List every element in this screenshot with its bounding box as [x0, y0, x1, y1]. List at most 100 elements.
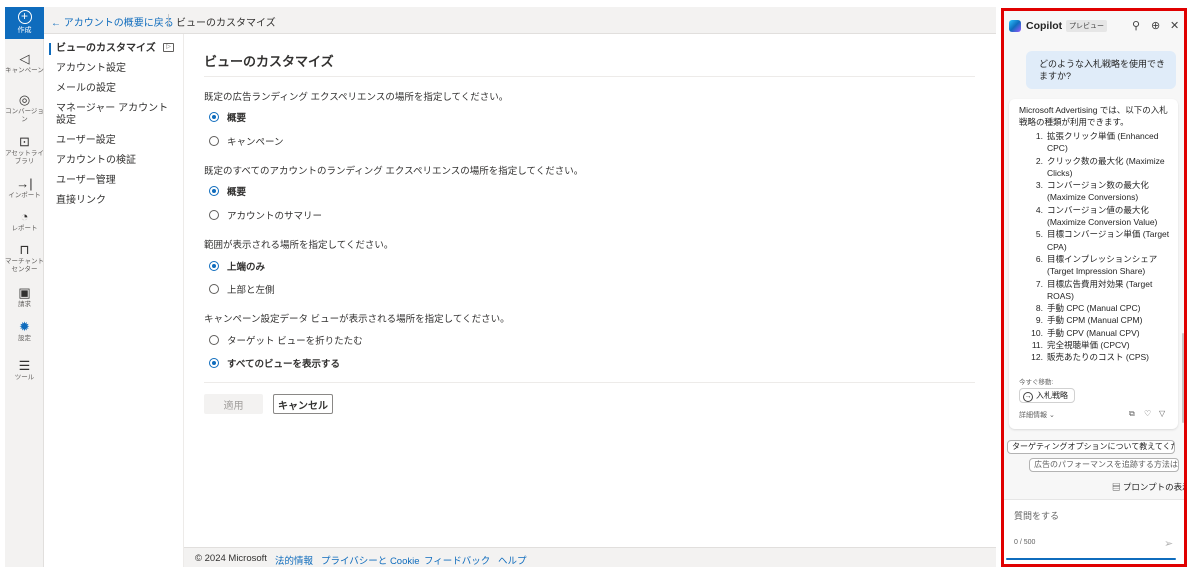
- main-content: ビューのカスタマイズ 既定の広告ランディング エクスペリエンスの場所を指定してく…: [184, 34, 996, 547]
- copy-icon[interactable]: ⧉: [1129, 409, 1135, 419]
- radio-button[interactable]: [209, 335, 219, 345]
- rail-label: 設定: [18, 335, 31, 342]
- nav-item-user-management[interactable]: ユーザー管理: [56, 175, 171, 187]
- radio-collapse-target-view[interactable]: ターゲット ビューを折りたたむ: [209, 333, 363, 347]
- list-item: 9. 手動 CPM (Manual CPM): [1019, 314, 1174, 326]
- nav-item-direct-links[interactable]: 直接リンク: [56, 195, 171, 207]
- preview-badge: プレビュー: [1066, 20, 1107, 32]
- plus-icon: +: [17, 10, 32, 24]
- goto-bid-strategy-button[interactable]: → 入札戦略: [1019, 388, 1075, 403]
- question-input[interactable]: 質問をする: [1014, 509, 1059, 522]
- list-item-text: コンバージョン値の最大化 (Maximize Conversion Value): [1047, 204, 1158, 228]
- radio-ad-landing-campaigns[interactable]: キャンペーン: [209, 134, 284, 148]
- radio-scope-top-only[interactable]: 上端のみ: [209, 259, 265, 273]
- list-item-text: 手動 CPM (Manual CPM): [1047, 315, 1143, 326]
- target-icon: ◎: [18, 92, 31, 107]
- prompt-library-button[interactable]: ▤ プロンプトの表示: [1112, 481, 1184, 493]
- radio-ad-landing-overview[interactable]: 概要: [209, 110, 246, 124]
- radio-button[interactable]: [209, 136, 219, 146]
- cancel-button[interactable]: キャンセル: [273, 394, 333, 414]
- send-icon[interactable]: ➢: [1164, 537, 1173, 550]
- radio-button[interactable]: [209, 210, 219, 220]
- collapse-pane-icon[interactable]: ▷: [163, 43, 174, 52]
- rail-item-import[interactable]: →| インポート: [5, 177, 44, 200]
- copilot-title: Copilot: [1026, 20, 1063, 32]
- legal-link[interactable]: 法的情報: [275, 553, 313, 567]
- radio-show-all-views[interactable]: すべてのビューを表示する: [209, 356, 340, 370]
- option-label: ターゲット ビューを折りたたむ: [227, 336, 363, 347]
- rail-label: アセットライブラリ: [5, 150, 44, 165]
- rail-item-settings[interactable]: ✹ 設定: [5, 320, 44, 343]
- prompt-library-icon: ▤: [1112, 482, 1121, 492]
- radio-all-accounts-overview[interactable]: 概要: [209, 184, 246, 198]
- option-label: すべてのビューを表示する: [227, 359, 340, 370]
- nav-item-manager-account[interactable]: マネージャー アカウント設定: [56, 103, 171, 127]
- footer: © 2024 Microsoft 法的情報 プライバシーと Cookie フィー…: [184, 547, 996, 567]
- list-item-text: クリック数の最大化 (Maximize Clicks): [1047, 155, 1165, 178]
- radio-button-selected[interactable]: [209, 112, 219, 122]
- rail-item-billing[interactable]: ▣ 請求: [5, 286, 44, 309]
- nav-item-email-settings[interactable]: メールの設定: [56, 83, 171, 95]
- breadcrumb-title: ビューのカスタマイズ: [176, 18, 276, 29]
- rail-item-asset-library[interactable]: ⊡ アセットライブラリ: [5, 135, 44, 166]
- help-link[interactable]: ヘルプ: [498, 553, 527, 567]
- page-title: ビューのカスタマイズ: [204, 54, 334, 69]
- option-label: 上部と左側: [227, 285, 275, 296]
- feedback-link[interactable]: フィードバック: [424, 553, 490, 567]
- suggestion-chip[interactable]: 広告のパフォーマンスを追跡する方法は?: [1029, 458, 1179, 472]
- import-icon: →|: [16, 176, 33, 191]
- divider: [204, 382, 975, 383]
- rail-item-tools[interactable]: ☰ ツール: [5, 359, 44, 382]
- divider: [168, 14, 169, 27]
- nav-item-account-settings[interactable]: アカウント設定: [56, 63, 171, 75]
- new-chat-icon[interactable]: ⊕: [1151, 19, 1160, 32]
- privacy-cookies-link[interactable]: プライバシーと Cookie: [321, 553, 420, 567]
- divider: [204, 76, 975, 77]
- radio-button-selected[interactable]: [209, 261, 219, 271]
- radio-button-selected[interactable]: [209, 358, 219, 368]
- nav-item-account-verification[interactable]: アカウントの検証: [56, 155, 171, 167]
- rail-item-merchant-center[interactable]: ⊓ マーチャントセンター: [5, 243, 44, 274]
- nav-item-user-settings[interactable]: ユーザー設定: [56, 135, 171, 147]
- list-item: 2. クリック数の最大化 (Maximize Clicks): [1019, 155, 1174, 180]
- left-rail: + 作成 ◁ キャンペーン ◎ コンバージョン ⊡ アセットライブラリ →| イ…: [5, 7, 44, 567]
- arrow-right-icon: →: [1023, 392, 1033, 402]
- list-item: 5. 目標コンバージョン単価 (Target CPA): [1019, 228, 1174, 253]
- goto-button-label: 入札戦略: [1036, 391, 1068, 400]
- response-intro: Microsoft Advertising では、以下の入札戦略の種類が利用でき…: [1019, 105, 1168, 127]
- strategy-list: 1. 拡張クリック単価 (Enhanced CPC) 2. クリック数の最大化 (M…: [1019, 130, 1174, 364]
- radio-all-accounts-summary[interactable]: アカウントのサマリー: [209, 208, 322, 222]
- list-item-text: 目標コンバージョン単価 (Target CPA): [1047, 229, 1170, 252]
- radio-button[interactable]: [209, 284, 219, 294]
- billing-icon: ▣: [18, 285, 31, 300]
- create-button[interactable]: + 作成: [5, 7, 44, 39]
- copilot-input-box[interactable]: 質問をする 0 / 500 ➢: [1004, 499, 1184, 564]
- rail-label: 請求: [18, 301, 31, 308]
- rail-item-reports[interactable]: ◔ レポート: [5, 210, 44, 233]
- pin-icon[interactable]: ⚲: [1132, 19, 1140, 32]
- list-item: 12. 販売あたりのコスト (CPS): [1019, 351, 1174, 363]
- input-focus-bar: [1006, 558, 1176, 560]
- create-label: 作成: [17, 27, 32, 34]
- scrollbar[interactable]: [1182, 333, 1184, 423]
- radio-button-selected[interactable]: [209, 186, 219, 196]
- details-toggle[interactable]: 詳細情報 ⌄: [1019, 410, 1055, 420]
- close-icon[interactable]: ✕: [1170, 19, 1179, 32]
- goto-label: 今すぐ移動:: [1019, 379, 1054, 386]
- copilot-body: Copilot プレビュー ⚲ ⊕ ✕ どのような入札戦略を使用できますか? M…: [1004, 11, 1184, 564]
- list-item-text: コンバージョン数の最大化 (Maximize Conversions): [1047, 180, 1149, 203]
- rail-item-conversions[interactable]: ◎ コンバージョン: [5, 93, 44, 124]
- option-label: キャンペーン: [227, 137, 284, 148]
- list-item-text: 目標インプレッションシェア (Target Impression Share): [1047, 253, 1158, 277]
- list-item: 3. コンバージョン数の最大化 (Maximize Conversions): [1019, 179, 1174, 204]
- thumbs-up-icon[interactable]: ♡: [1144, 409, 1151, 418]
- radio-scope-top-and-left[interactable]: 上部と左側: [209, 282, 275, 296]
- apply-button[interactable]: 適用: [204, 394, 263, 414]
- thumbs-down-icon[interactable]: ▽: [1159, 409, 1165, 418]
- nav-item-customize-view[interactable]: ビューのカスタマイズ: [56, 43, 171, 55]
- suggestion-chip[interactable]: ターゲティングオプションについて教えてくだ...: [1007, 440, 1175, 454]
- list-item-text: 手動 CPV (Manual CPV): [1047, 327, 1140, 338]
- rail-item-campaigns[interactable]: ◁ キャンペーン: [5, 52, 44, 75]
- option-label: アカウントのサマリー: [227, 211, 323, 222]
- back-to-account-overview-link[interactable]: ← アカウントの概要に戻る: [51, 14, 174, 29]
